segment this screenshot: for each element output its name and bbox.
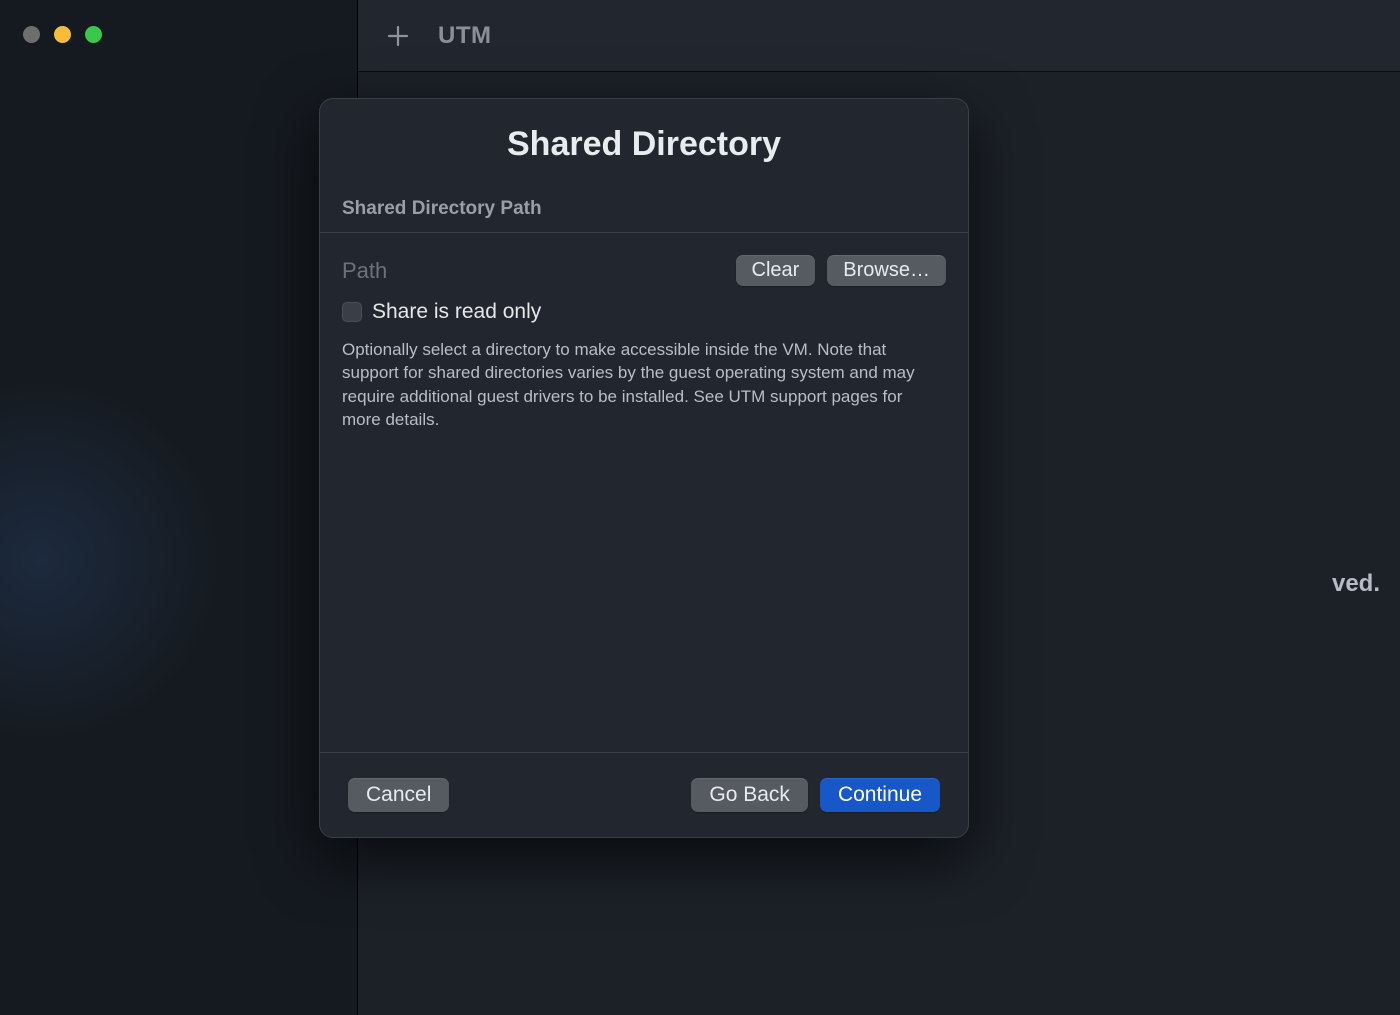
dialog-title: Shared Directory [320,99,968,188]
description-text: Optionally select a directory to make ac… [342,338,932,432]
dialog-footer: Cancel Go Back Continue [320,752,968,837]
path-row: Path Clear Browse… [342,255,946,286]
browse-button[interactable]: Browse… [827,255,946,286]
maximize-window-button[interactable] [85,26,102,43]
dialog-overlay: Shared Directory Shared Directory Path P… [0,0,1400,1015]
read-only-label: Share is read only [372,300,541,324]
continue-button[interactable]: Continue [820,778,940,812]
window-controls [23,26,102,43]
shared-directory-dialog: Shared Directory Shared Directory Path P… [319,98,969,838]
go-back-button[interactable]: Go Back [691,778,808,812]
close-window-button[interactable] [23,26,40,43]
dialog-body: Path Clear Browse… Share is read only Op… [320,233,968,752]
minimize-window-button[interactable] [54,26,71,43]
path-label: Path [342,258,736,284]
section-header: Shared Directory Path [320,188,968,232]
clear-button[interactable]: Clear [736,255,816,286]
read-only-checkbox[interactable] [342,302,362,322]
cancel-button[interactable]: Cancel [348,778,449,812]
read-only-row: Share is read only [342,300,946,324]
